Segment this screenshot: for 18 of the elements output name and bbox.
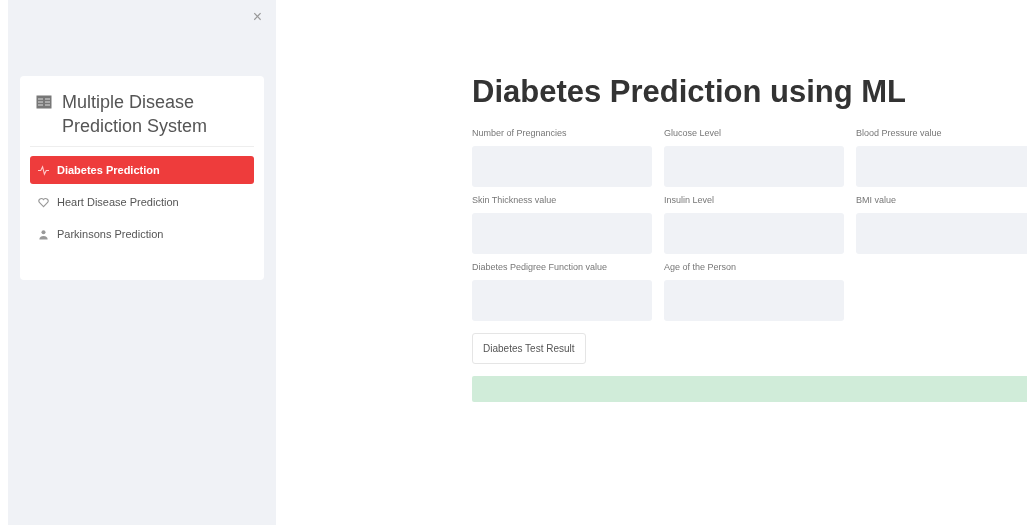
menu-item[interactable]: Parkinsons Prediction	[30, 220, 254, 248]
field-label: Blood Pressure value	[856, 128, 943, 138]
page-title: Diabetes Prediction using ML	[472, 74, 908, 110]
field-label: Diabetes Pedigree Function value	[472, 262, 609, 272]
person-icon	[38, 228, 49, 240]
field-label: Glucose Level	[664, 128, 723, 138]
menu-title: Multiple Disease Prediction System	[62, 91, 209, 138]
field-label: Insulin Level	[664, 195, 716, 205]
heart-icon	[38, 196, 49, 208]
menu-item[interactable]: Diabetes Prediction	[30, 156, 254, 184]
document-icon	[36, 95, 52, 109]
pulse-icon	[38, 164, 49, 176]
field-label: Age of the Person	[664, 262, 738, 272]
field-label: Skin Thickness value	[472, 195, 558, 205]
field-label: Number of Pregnancies	[472, 128, 568, 138]
field-label: BMI value	[856, 195, 898, 205]
menu-item[interactable]: Heart Disease Prediction	[30, 188, 254, 216]
test-result-button[interactable]: Diabetes Test Result	[472, 333, 586, 364]
